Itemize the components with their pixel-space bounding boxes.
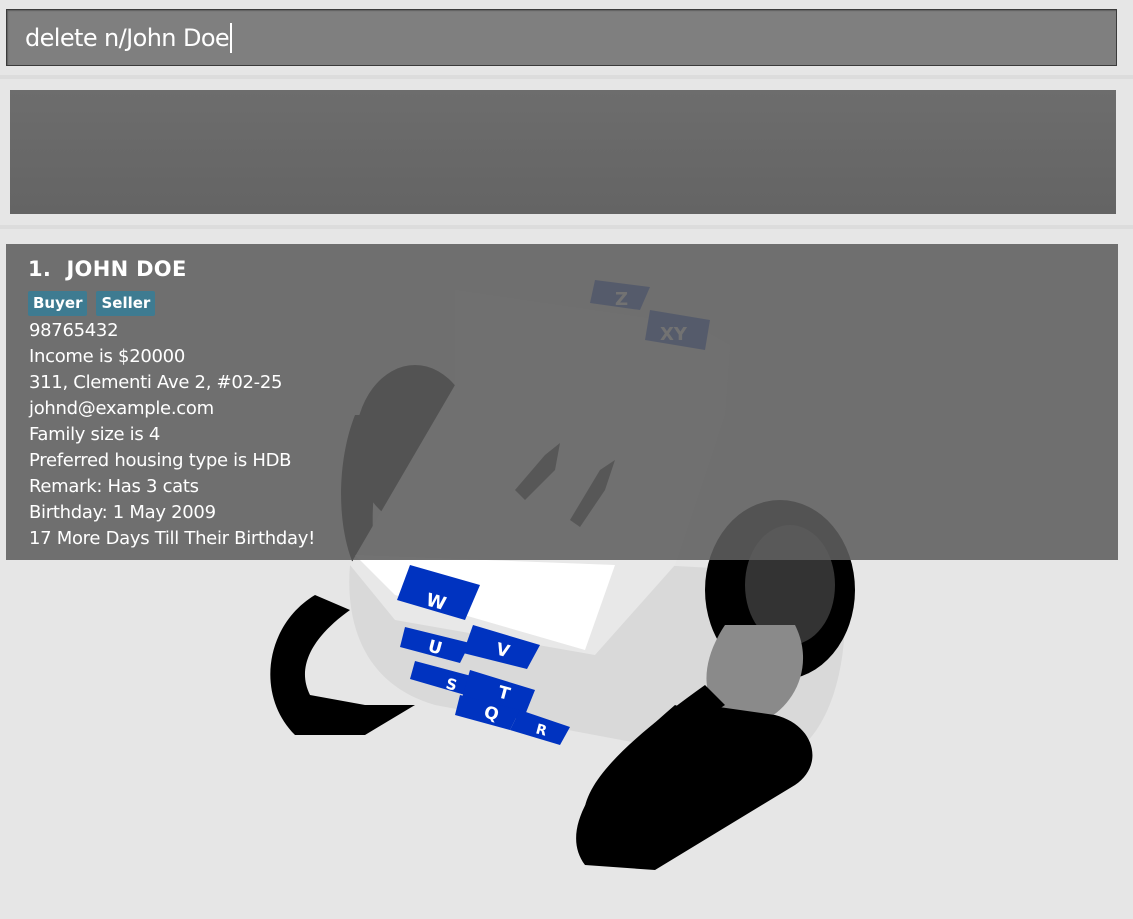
command-input[interactable]: delete n/John Doe [6, 9, 1117, 66]
text-caret [230, 23, 232, 53]
person-name: JOHN DOE [66, 257, 187, 281]
tag-seller: Seller [96, 291, 156, 316]
tag-buyer: Buyer [28, 291, 88, 316]
divider [0, 225, 1133, 229]
person-address: 311, Clementi Ave 2, #02-25 [29, 372, 283, 393]
person-details: 98765432 Income is $20000 311, Clementi … [29, 318, 315, 552]
person-income: Income is $20000 [29, 346, 185, 367]
command-input-text: delete n/John Doe [25, 23, 232, 53]
person-remark: Remark: Has 3 cats [29, 476, 199, 497]
person-card-title: 1. JOHN DOE [28, 257, 187, 281]
person-email: johnd@example.com [29, 398, 214, 419]
person-index: 1. [28, 257, 52, 281]
person-housing-type: Preferred housing type is HDB [29, 450, 292, 471]
divider [0, 75, 1133, 79]
tag-list: Buyer Seller [28, 291, 156, 316]
person-birthday: Birthday: 1 May 2009 [29, 502, 216, 523]
person-card[interactable]: 1. JOHN DOE Buyer Seller 98765432 Income… [6, 244, 1118, 560]
result-display [10, 90, 1116, 214]
person-phone: 98765432 [29, 320, 119, 341]
person-family-size: Family size is 4 [29, 424, 161, 445]
person-birthday-countdown: 17 More Days Till Their Birthday! [29, 528, 316, 549]
